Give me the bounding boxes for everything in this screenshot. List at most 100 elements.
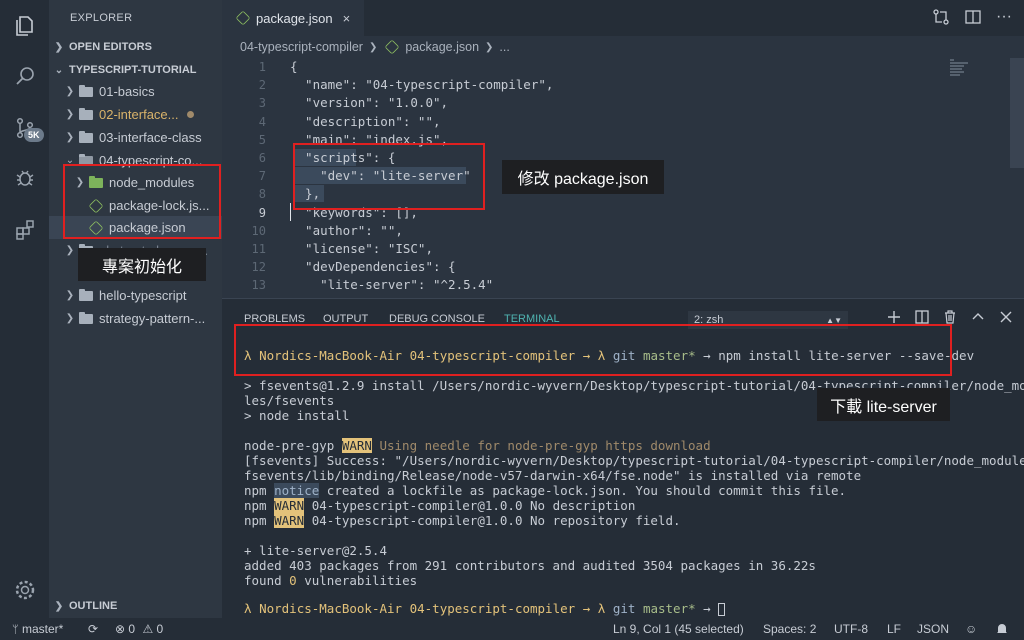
- search-icon[interactable]: [0, 54, 49, 98]
- open-changes-icon[interactable]: [932, 8, 950, 31]
- eol[interactable]: LF: [887, 622, 901, 636]
- breadcrumb: 04-typescript-compiler ❯ package.json ❯ …: [222, 36, 1024, 58]
- terminal-line: npm WARN 04-typescript-compiler@1.0.0 No…: [244, 513, 681, 528]
- cursor-position[interactable]: Ln 9, Col 1 (45 selected): [613, 622, 744, 636]
- modified-dot: [186, 111, 194, 118]
- extensions-icon[interactable]: [0, 208, 49, 252]
- breadcrumb-file[interactable]: package.json: [405, 40, 479, 54]
- debug-icon[interactable]: [0, 156, 49, 200]
- chevron-up-icon[interactable]: [970, 309, 986, 330]
- indentation[interactable]: Spaces: 2: [763, 622, 816, 636]
- gear-icon[interactable]: [0, 568, 49, 612]
- close-icon[interactable]: [998, 309, 1014, 330]
- chevron-right-icon: ❯: [65, 132, 75, 143]
- warning-icon: ⚠: [142, 622, 154, 636]
- chevron-right-icon: ❯: [65, 86, 75, 97]
- chevron-right-icon: ❯: [54, 41, 64, 53]
- folder-icon: [79, 107, 93, 120]
- line-number: 1: [258, 60, 266, 74]
- line-number: 12: [251, 260, 266, 275]
- line-number: 2: [258, 78, 266, 93]
- close-icon[interactable]: ×: [343, 11, 351, 26]
- tree-folder-hello-typescript[interactable]: ❯ hello-typescript: [49, 284, 222, 307]
- line-number: 11: [251, 242, 266, 256]
- scm-badge: 5K: [24, 128, 44, 142]
- line-number: 5: [258, 132, 266, 147]
- breadcrumb-more[interactable]: ...: [499, 40, 509, 54]
- minimap[interactable]: [950, 58, 974, 77]
- error-icon: ⊗: [115, 622, 126, 636]
- sync-icon[interactable]: ⟳: [88, 622, 98, 636]
- workspace-label: TYPESCRIPT-TUTORIAL: [69, 64, 197, 76]
- annotation-callout-scripts: 修改 package.json: [502, 160, 664, 194]
- files-icon[interactable]: [0, 4, 49, 48]
- line-number: 3: [258, 96, 266, 111]
- code-line: "author": "",: [290, 222, 403, 238]
- status-bar: ᛘ master* ⟳ ⊗ 0 ⚠ 0 Ln 9, Col 1 (45 sele…: [0, 618, 1024, 640]
- annotation-callout-install: 下載 lite-server: [817, 388, 950, 421]
- line-number: 8: [258, 187, 266, 202]
- warning-count: 0: [156, 622, 164, 636]
- feedback-icon[interactable]: ☺: [965, 622, 977, 636]
- tree-folder-03-interface-class[interactable]: ❯ 03-interface-class: [49, 126, 222, 149]
- chevron-right-icon: ❯: [65, 290, 75, 301]
- line-number: 6: [258, 151, 266, 165]
- tree-label: 02-interface...: [99, 107, 179, 122]
- terminal-prompt-line: λ Nordics-MacBook-Air 04-typescript-comp…: [244, 601, 726, 616]
- open-editors-section[interactable]: ❯ OPEN EDITORS: [49, 36, 222, 58]
- explorer-sidebar: EXPLORER ❯ OPEN EDITORS ⌄ TYPESCRIPT-TUT…: [49, 0, 222, 618]
- outline-section[interactable]: ❯ OUTLINE: [49, 595, 222, 617]
- terminal-cursor: [718, 603, 726, 616]
- language-mode[interactable]: JSON: [917, 622, 949, 636]
- source-control-icon[interactable]: [0, 106, 49, 150]
- branch-status[interactable]: ᛘ master*: [12, 622, 63, 636]
- annotation-box-install: [234, 324, 952, 376]
- terminal-line: [fsevents] Success: "/Users/nordic-wyver…: [244, 453, 1024, 468]
- split-editor-icon[interactable]: [964, 8, 982, 31]
- terminal-line: fsevents/lib/binding/Release/node-v57-da…: [244, 468, 862, 483]
- more-actions-icon[interactable]: ···: [996, 8, 1012, 31]
- tree-folder-01-basics[interactable]: ❯ 01-basics: [49, 80, 222, 103]
- line-number: 7: [258, 169, 266, 184]
- chevron-right-icon: ❯: [65, 245, 75, 256]
- editor-actions: ···: [932, 8, 1012, 31]
- code-line: {: [290, 59, 298, 74]
- terminal-line: added 403 packages from 291 contributors…: [244, 558, 816, 573]
- terminal-line: > node install: [244, 408, 350, 423]
- tree-folder-strategy-pattern[interactable]: ❯ strategy-pattern-...: [49, 307, 222, 330]
- problems-status[interactable]: ⊗ 0 ⚠ 0: [115, 622, 163, 636]
- chevron-right-icon: ❯: [54, 600, 64, 612]
- editor-scrollbar[interactable]: [1010, 58, 1024, 168]
- encoding[interactable]: UTF-8: [834, 622, 868, 636]
- tab-label: package.json: [256, 10, 333, 26]
- editor-tab-bar: package.json × ···: [222, 0, 1024, 36]
- tree-folder-02-interface[interactable]: ❯ 02-interface...: [49, 103, 222, 126]
- bell-icon[interactable]: [995, 622, 1009, 639]
- terminal-line: + lite-server@2.5.4: [244, 543, 387, 558]
- outline-label: OUTLINE: [69, 600, 118, 612]
- folder-icon: [79, 311, 93, 324]
- workspace-section[interactable]: ⌄ TYPESCRIPT-TUTORIAL: [49, 59, 222, 81]
- terminal-line: npm notice created a lockfile as package…: [244, 483, 847, 498]
- code-line: "devDependencies": {: [290, 259, 456, 275]
- explorer-title: EXPLORER: [70, 12, 133, 24]
- terminal-line: les/fsevents: [244, 393, 335, 408]
- breadcrumb-folder[interactable]: 04-typescript-compiler: [240, 40, 363, 54]
- tree-label: 03-interface-class: [99, 130, 202, 145]
- chevron-right-icon: ❯: [65, 109, 75, 120]
- json-file-icon: [384, 39, 400, 55]
- annotation-box-project: [63, 164, 221, 239]
- tree-label: strategy-pattern-...: [99, 311, 206, 326]
- code-line: "name": "04-typescript-compiler",: [290, 77, 554, 93]
- branch-label: master*: [21, 622, 64, 636]
- folder-icon: [79, 288, 93, 301]
- folder-icon: [79, 84, 93, 97]
- activity-bar: 5K: [0, 0, 49, 618]
- code-line: "description": "",: [290, 113, 441, 129]
- tab-package-json[interactable]: package.json ×: [222, 0, 364, 36]
- git-branch-icon: ᛘ: [12, 624, 19, 636]
- line-number: 9: [258, 205, 266, 220]
- tree-label: hello-typescript: [99, 288, 187, 303]
- chevron-down-icon: ⌄: [54, 64, 64, 76]
- annotation-box-scripts: [293, 143, 485, 210]
